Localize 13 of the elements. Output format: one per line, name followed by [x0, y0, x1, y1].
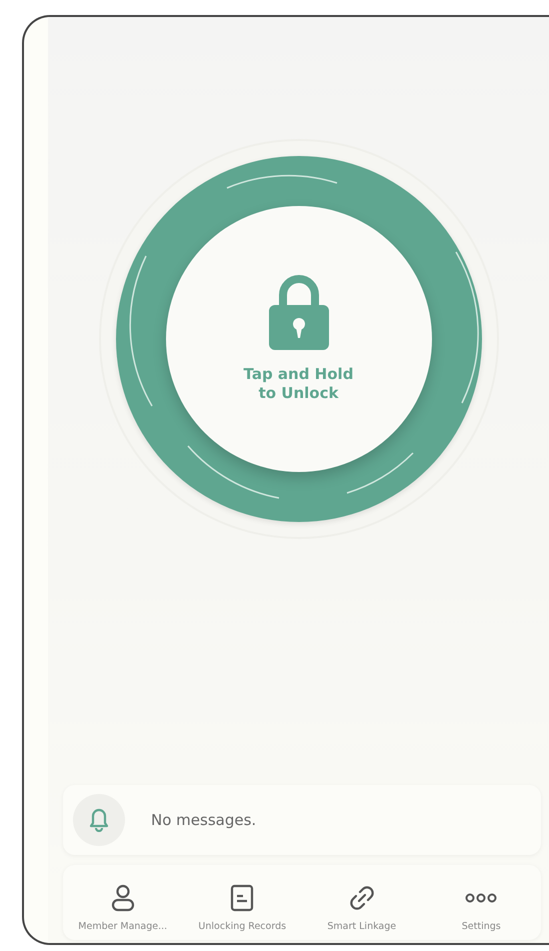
- nav-tab[interactable]: Unlocking Records: [182, 865, 302, 940]
- nav-tab[interactable]: Settings: [422, 865, 541, 940]
- more-icon: [465, 892, 498, 904]
- person-icon: [110, 884, 136, 912]
- unlock-button[interactable]: Tap and Hold to Unlock: [166, 206, 432, 472]
- message-bar[interactable]: No messages.: [63, 785, 541, 855]
- message-text: No messages.: [151, 811, 256, 829]
- bell-icon: [89, 808, 109, 832]
- document-icon: [230, 884, 254, 912]
- padlock-icon: [268, 274, 330, 350]
- nav-tab[interactable]: Smart Linkage: [302, 865, 422, 940]
- nav-tab[interactable]: Member Manage...: [63, 865, 182, 940]
- link-icon: [348, 884, 376, 912]
